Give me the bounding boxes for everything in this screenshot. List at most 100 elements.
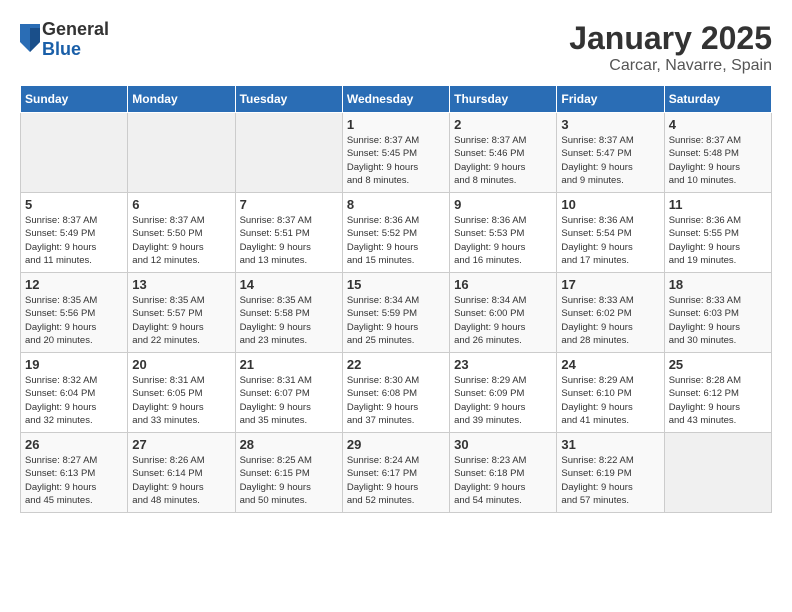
calendar-body: 1 Sunrise: 8:37 AM Sunset: 5:45 PM Daylig… [21,113,772,513]
header-thursday: Thursday [450,86,557,113]
day-number: 5 [25,197,123,212]
day-number: 2 [454,117,552,132]
logo-text: General Blue [42,20,109,60]
day-number: 20 [132,357,230,372]
day-number: 6 [132,197,230,212]
calendar-title: January 2025 [569,20,772,57]
day-info: Sunrise: 8:37 AM Sunset: 5:45 PM Dayligh… [347,134,445,187]
week-row-1: 5 Sunrise: 8:37 AM Sunset: 5:49 PM Daylig… [21,193,772,273]
logo: General Blue [20,20,109,60]
day-info: Sunrise: 8:36 AM Sunset: 5:54 PM Dayligh… [561,214,659,267]
day-number: 8 [347,197,445,212]
day-number: 29 [347,437,445,452]
day-info: Sunrise: 8:24 AM Sunset: 6:17 PM Dayligh… [347,454,445,507]
day-number: 22 [347,357,445,372]
header-friday: Friday [557,86,664,113]
day-number: 4 [669,117,767,132]
day-info: Sunrise: 8:23 AM Sunset: 6:18 PM Dayligh… [454,454,552,507]
day-info: Sunrise: 8:36 AM Sunset: 5:52 PM Dayligh… [347,214,445,267]
day-info: Sunrise: 8:35 AM Sunset: 5:56 PM Dayligh… [25,294,123,347]
day-info: Sunrise: 8:37 AM Sunset: 5:51 PM Dayligh… [240,214,338,267]
day-info: Sunrise: 8:37 AM Sunset: 5:47 PM Dayligh… [561,134,659,187]
title-block: January 2025 Carcar, Navarre, Spain [569,20,772,75]
day-info: Sunrise: 8:29 AM Sunset: 6:09 PM Dayligh… [454,374,552,427]
day-info: Sunrise: 8:29 AM Sunset: 6:10 PM Dayligh… [561,374,659,427]
header-monday: Monday [128,86,235,113]
day-number: 15 [347,277,445,292]
calendar-header-row: SundayMondayTuesdayWednesdayThursdayFrid… [21,86,772,113]
calendar-cell: 15 Sunrise: 8:34 AM Sunset: 5:59 PM Dayli… [342,273,449,353]
day-info: Sunrise: 8:32 AM Sunset: 6:04 PM Dayligh… [25,374,123,427]
calendar-cell [128,113,235,193]
day-number: 17 [561,277,659,292]
calendar-cell: 19Sunrise: 8:32 AM Sunset: 6:04 PM Dayli… [21,353,128,433]
calendar-cell: 24 Sunrise: 8:29 AM Sunset: 6:10 PM Dayli… [557,353,664,433]
day-info: Sunrise: 8:35 AM Sunset: 5:57 PM Dayligh… [132,294,230,347]
day-info: Sunrise: 8:36 AM Sunset: 5:55 PM Dayligh… [669,214,767,267]
day-number: 7 [240,197,338,212]
calendar-cell: 8 Sunrise: 8:36 AM Sunset: 5:52 PM Daylig… [342,193,449,273]
calendar-cell: 27Sunrise: 8:26 AM Sunset: 6:14 PM Dayli… [128,433,235,513]
calendar-cell: 25Sunrise: 8:28 AM Sunset: 6:12 PM Dayli… [664,353,771,433]
week-row-4: 26 Sunrise: 8:27 AM Sunset: 6:13 PM Dayli… [21,433,772,513]
day-number: 1 [347,117,445,132]
header-tuesday: Tuesday [235,86,342,113]
calendar-cell: 29 Sunrise: 8:24 AM Sunset: 6:17 PM Dayli… [342,433,449,513]
day-info: Sunrise: 8:37 AM Sunset: 5:46 PM Dayligh… [454,134,552,187]
header-sunday: Sunday [21,86,128,113]
day-info: Sunrise: 8:35 AM Sunset: 5:58 PM Dayligh… [240,294,338,347]
day-info: Sunrise: 8:37 AM Sunset: 5:49 PM Dayligh… [25,214,123,267]
calendar-cell [21,113,128,193]
day-number: 23 [454,357,552,372]
day-number: 3 [561,117,659,132]
calendar-table: SundayMondayTuesdayWednesdayThursdayFrid… [20,85,772,513]
calendar-cell: 26 Sunrise: 8:27 AM Sunset: 6:13 PM Dayli… [21,433,128,513]
header-wednesday: Wednesday [342,86,449,113]
calendar-cell: 13 Sunrise: 8:35 AM Sunset: 5:57 PM Dayli… [128,273,235,353]
calendar-subtitle: Carcar, Navarre, Spain [569,57,772,75]
day-number: 13 [132,277,230,292]
day-number: 16 [454,277,552,292]
day-info: Sunrise: 8:25 AM Sunset: 6:15 PM Dayligh… [240,454,338,507]
calendar-cell [664,433,771,513]
calendar-cell: 14 Sunrise: 8:35 AM Sunset: 5:58 PM Dayli… [235,273,342,353]
day-number: 10 [561,197,659,212]
day-info: Sunrise: 8:36 AM Sunset: 5:53 PM Dayligh… [454,214,552,267]
logo-blue: Blue [42,40,109,60]
day-info: Sunrise: 8:27 AM Sunset: 6:13 PM Dayligh… [25,454,123,507]
calendar-cell: 2 Sunrise: 8:37 AM Sunset: 5:46 PM Daylig… [450,113,557,193]
logo-icon [20,24,40,52]
day-number: 30 [454,437,552,452]
calendar-cell: 1 Sunrise: 8:37 AM Sunset: 5:45 PM Daylig… [342,113,449,193]
calendar-cell: 3 Sunrise: 8:37 AM Sunset: 5:47 PM Daylig… [557,113,664,193]
day-number: 26 [25,437,123,452]
calendar-cell: 7 Sunrise: 8:37 AM Sunset: 5:51 PM Daylig… [235,193,342,273]
calendar-cell: 23 Sunrise: 8:29 AM Sunset: 6:09 PM Dayli… [450,353,557,433]
day-info: Sunrise: 8:37 AM Sunset: 5:48 PM Dayligh… [669,134,767,187]
day-info: Sunrise: 8:37 AM Sunset: 5:50 PM Dayligh… [132,214,230,267]
day-info: Sunrise: 8:34 AM Sunset: 5:59 PM Dayligh… [347,294,445,347]
day-number: 12 [25,277,123,292]
calendar-cell: 11Sunrise: 8:36 AM Sunset: 5:55 PM Dayli… [664,193,771,273]
day-number: 21 [240,357,338,372]
calendar-cell: 9 Sunrise: 8:36 AM Sunset: 5:53 PM Daylig… [450,193,557,273]
calendar-cell: 18Sunrise: 8:33 AM Sunset: 6:03 PM Dayli… [664,273,771,353]
week-row-3: 19Sunrise: 8:32 AM Sunset: 6:04 PM Dayli… [21,353,772,433]
day-info: Sunrise: 8:28 AM Sunset: 6:12 PM Dayligh… [669,374,767,427]
day-number: 28 [240,437,338,452]
day-info: Sunrise: 8:33 AM Sunset: 6:03 PM Dayligh… [669,294,767,347]
calendar-cell: 21Sunrise: 8:31 AM Sunset: 6:07 PM Dayli… [235,353,342,433]
day-number: 31 [561,437,659,452]
day-number: 9 [454,197,552,212]
calendar-cell: 12 Sunrise: 8:35 AM Sunset: 5:56 PM Dayli… [21,273,128,353]
day-info: Sunrise: 8:33 AM Sunset: 6:02 PM Dayligh… [561,294,659,347]
day-number: 24 [561,357,659,372]
calendar-cell: 10 Sunrise: 8:36 AM Sunset: 5:54 PM Dayli… [557,193,664,273]
calendar-cell: 22 Sunrise: 8:30 AM Sunset: 6:08 PM Dayli… [342,353,449,433]
calendar-cell: 6 Sunrise: 8:37 AM Sunset: 5:50 PM Daylig… [128,193,235,273]
week-row-2: 12 Sunrise: 8:35 AM Sunset: 5:56 PM Dayli… [21,273,772,353]
day-info: Sunrise: 8:34 AM Sunset: 6:00 PM Dayligh… [454,294,552,347]
day-info: Sunrise: 8:30 AM Sunset: 6:08 PM Dayligh… [347,374,445,427]
day-number: 14 [240,277,338,292]
week-row-0: 1 Sunrise: 8:37 AM Sunset: 5:45 PM Daylig… [21,113,772,193]
